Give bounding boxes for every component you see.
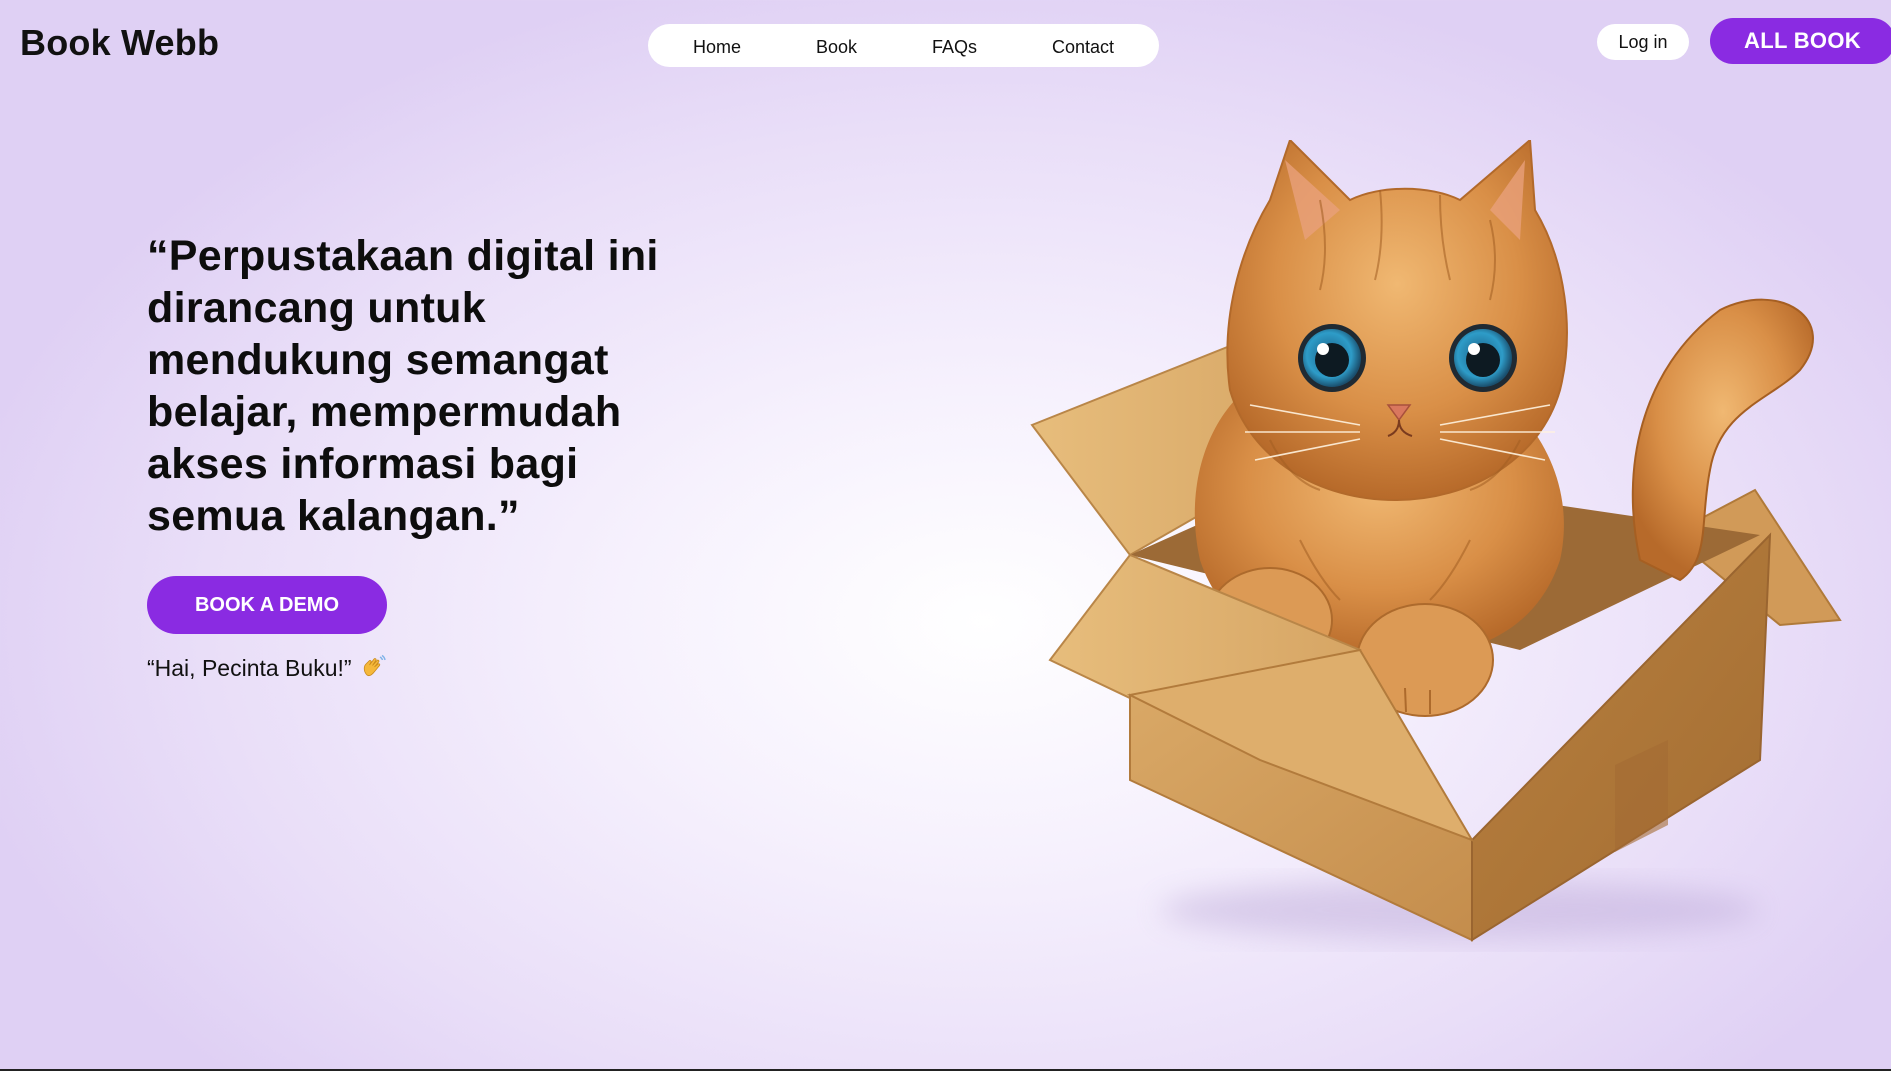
login-button[interactable]: Log in xyxy=(1597,24,1689,60)
nav-link-book[interactable]: Book xyxy=(816,37,857,58)
nav-link-contact[interactable]: Contact xyxy=(1052,37,1114,58)
nav-link-faqs[interactable]: FAQs xyxy=(932,37,977,58)
main-nav: Home Book FAQs Contact xyxy=(648,24,1159,67)
greeting-text: “Hai, Pecinta Buku!” xyxy=(147,654,386,686)
all-book-button[interactable]: ALL BOOK xyxy=(1710,18,1891,64)
cat-in-box-illustration xyxy=(1020,137,1870,960)
hero-quote: “Perpustakaan digital ini dirancang untu… xyxy=(147,232,659,540)
book-demo-button[interactable]: BOOK A DEMO xyxy=(147,576,387,634)
brand-logo[interactable]: Book Webb xyxy=(20,22,219,64)
greeting-label: “Hai, Pecinta Buku!” xyxy=(147,655,352,681)
waving-hand-icon xyxy=(360,654,386,686)
nav-link-home[interactable]: Home xyxy=(693,37,741,58)
